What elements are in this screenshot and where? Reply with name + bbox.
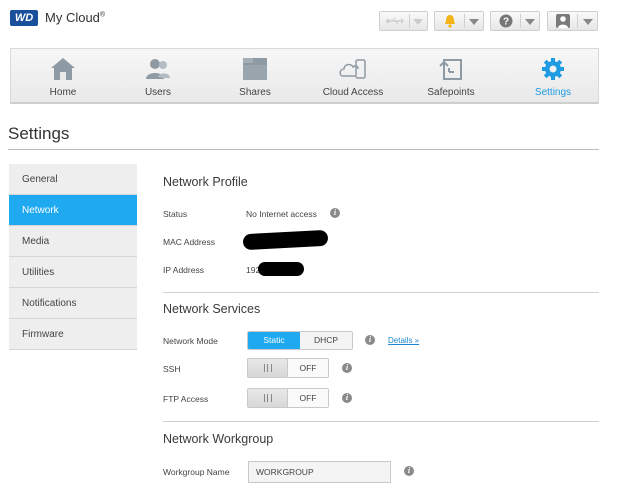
nav-item-home[interactable]: Home bbox=[11, 49, 115, 103]
divider bbox=[8, 149, 599, 150]
page-title: Settings bbox=[8, 124, 70, 143]
ssh-toggle[interactable]: OFF bbox=[247, 358, 329, 378]
svg-text:?: ? bbox=[503, 17, 509, 28]
ssh-label: SSH bbox=[163, 364, 181, 374]
ip-address-label: IP Address bbox=[163, 265, 204, 275]
nav-item-safepoints[interactable]: Safepoints bbox=[399, 49, 503, 103]
divider bbox=[409, 14, 410, 28]
ftp-access-label: FTP Access bbox=[163, 394, 209, 404]
network-mode-label: Network Mode bbox=[163, 336, 218, 346]
info-icon[interactable]: i bbox=[342, 393, 352, 403]
help-button[interactable]: ? bbox=[490, 11, 540, 31]
bell-icon bbox=[438, 13, 462, 29]
chevron-down-icon bbox=[413, 19, 423, 25]
chevron-down-icon bbox=[525, 19, 535, 25]
static-mode-button[interactable]: Static bbox=[248, 332, 300, 349]
cloud-icon bbox=[339, 56, 367, 82]
info-icon[interactable]: i bbox=[365, 335, 375, 345]
sidebar-item-network[interactable]: Network bbox=[9, 195, 137, 226]
sidebar-item-media[interactable]: Media bbox=[9, 226, 137, 257]
status-value: No Internet access bbox=[246, 209, 317, 219]
workgroup-name-label: Workgroup Name bbox=[163, 467, 230, 477]
nav-item-settings[interactable]: Settings bbox=[501, 49, 605, 103]
user-menu-button[interactable] bbox=[547, 11, 598, 31]
alerts-button[interactable] bbox=[434, 11, 484, 31]
divider bbox=[464, 14, 465, 28]
app-header: WD My Cloud® ? bbox=[0, 0, 618, 42]
ftp-access-toggle[interactable]: OFF bbox=[247, 388, 329, 408]
gear-icon bbox=[539, 56, 567, 82]
redaction-mark bbox=[242, 229, 329, 251]
divider bbox=[520, 14, 521, 28]
divider bbox=[163, 421, 599, 422]
mac-address-label: MAC Address bbox=[163, 237, 215, 247]
sidebar-item-notifications[interactable]: Notifications bbox=[9, 288, 137, 319]
ftp-access-state: OFF bbox=[288, 389, 328, 407]
workgroup-name-input[interactable] bbox=[248, 461, 391, 483]
network-workgroup-title: Network Workgroup bbox=[163, 432, 274, 446]
nav-item-shares[interactable]: Shares bbox=[203, 49, 307, 103]
brand-name: My Cloud® bbox=[45, 10, 106, 25]
sidebar-item-general[interactable]: General bbox=[9, 164, 137, 195]
folder-icon bbox=[241, 56, 269, 82]
details-link[interactable]: Details » bbox=[388, 336, 419, 345]
divider bbox=[163, 292, 599, 293]
ssh-state: OFF bbox=[288, 359, 328, 377]
network-profile-title: Network Profile bbox=[163, 175, 248, 189]
nav-item-cloud-access[interactable]: Cloud Access bbox=[301, 49, 405, 103]
info-icon[interactable]: i bbox=[342, 363, 352, 373]
main-nav: Home Users Shares Cloud Access Safepoint… bbox=[10, 48, 599, 104]
chevron-down-icon bbox=[583, 19, 593, 25]
users-icon bbox=[144, 56, 172, 82]
sidebar-item-utilities[interactable]: Utilities bbox=[9, 257, 137, 288]
usb-menu-button[interactable] bbox=[379, 11, 428, 31]
status-label: Status bbox=[163, 209, 188, 219]
redaction-mark bbox=[258, 262, 304, 276]
network-services-title: Network Services bbox=[163, 302, 261, 316]
info-icon[interactable]: i bbox=[404, 466, 414, 476]
nav-item-users[interactable]: Users bbox=[106, 49, 210, 103]
wd-logo: WD bbox=[10, 10, 38, 26]
dhcp-mode-button[interactable]: DHCP bbox=[300, 332, 352, 349]
help-icon: ? bbox=[494, 13, 518, 29]
divider bbox=[577, 14, 578, 28]
home-icon bbox=[49, 56, 77, 82]
sidebar-item-firmware[interactable]: Firmware bbox=[9, 319, 137, 350]
usb-icon bbox=[383, 13, 407, 29]
network-mode-toggle: Static DHCP bbox=[247, 331, 353, 350]
chevron-down-icon bbox=[469, 19, 479, 25]
info-icon[interactable]: i bbox=[330, 208, 340, 218]
settings-sidebar: General Network Media Utilities Notifica… bbox=[9, 164, 137, 350]
safepoint-icon bbox=[437, 56, 465, 82]
toggle-handle[interactable] bbox=[248, 389, 288, 407]
toggle-handle[interactable] bbox=[248, 359, 288, 377]
user-icon bbox=[551, 13, 575, 29]
